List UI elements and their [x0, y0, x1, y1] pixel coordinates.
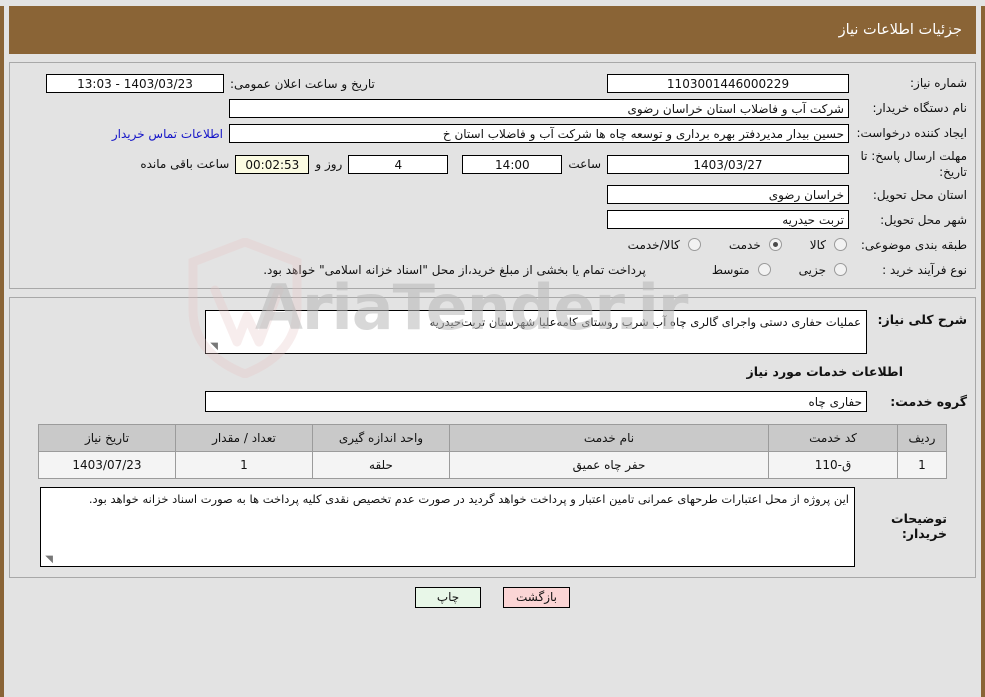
row-category: طبقه بندی موضوعی: کالا خدمت کالا/خدمت: [18, 234, 967, 255]
buyer-note-text: این پروژه از محل اعتبارات طرحهای عمرانی …: [88, 492, 849, 507]
process-option-label: متوسط: [711, 262, 750, 277]
buyer-org-label: نام دستگاه خریدار:: [872, 101, 968, 116]
city-input[interactable]: تربت حیدریه: [607, 210, 849, 230]
deadline-date-input[interactable]: 1403/03/27: [607, 154, 849, 174]
radio-icon[interactable]: [834, 238, 847, 252]
category-option-khedmat[interactable]: خدمت: [729, 238, 784, 252]
general-description-text: عملیات حفاری دستی واجرای گالری چاه آب شر…: [429, 315, 861, 330]
category-option-label: کالا: [809, 237, 826, 252]
category-option-kala[interactable]: کالا: [810, 238, 849, 252]
radio-icon[interactable]: [834, 263, 847, 277]
category-option-label: خدمت: [728, 237, 761, 252]
radio-icon[interactable]: [768, 238, 782, 252]
deadline-label: مهلت ارسال پاسخ: تا تاریخ:: [860, 149, 967, 180]
process-option-label: جزیی: [798, 262, 826, 277]
row-deadline: مهلت ارسال پاسخ: تا تاریخ: 1403/03/27 سا…: [18, 148, 967, 180]
print-button[interactable]: چاپ: [415, 587, 481, 609]
row-buyer-note: توضیحات خریدار: این پروژه از محل اعتبارا…: [38, 487, 947, 568]
need-info-panel: شماره نیاز: 1103001446000229 تاریخ و ساع…: [9, 62, 976, 290]
radio-icon[interactable]: [757, 263, 771, 277]
cell-service-code: ق-110: [768, 451, 898, 480]
buyer-contact-link[interactable]: اطلاعات تماس خریدار: [112, 127, 229, 141]
resize-grip-icon[interactable]: ◥: [208, 342, 218, 352]
row-service-group: گروه خدمت: حفاری چاه: [18, 391, 967, 413]
row-creator: ایجاد کننده درخواست: حسین بیدار مدیردفتر…: [18, 123, 967, 144]
footer-actions: بازگشت چاپ: [4, 587, 981, 609]
cell-service-name: حفر چاه عمیق: [449, 451, 769, 480]
days-label: روز و: [315, 157, 343, 172]
cell-need-date: 1403/07/23: [38, 451, 176, 480]
category-option-kala-khedmat[interactable]: کالا/خدمت: [628, 238, 703, 252]
back-button[interactable]: بازگشت: [503, 587, 570, 609]
remaining-days-input[interactable]: 4: [348, 154, 449, 174]
service-group-input[interactable]: حفاری چاه: [205, 391, 867, 413]
creator-label: ایجاد کننده درخواست:: [856, 126, 967, 141]
public-announce-label: تاریخ و ساعت اعلان عمومی:: [230, 76, 375, 91]
cell-unit: حلقه: [312, 451, 450, 480]
table-row: 1 ق-110 حفر چاه عمیق حلقه 1 1403/07/23: [38, 451, 947, 480]
row-general-description: شرح کلی نیاز: عملیات حفاری دستی واجرای گ…: [18, 310, 967, 355]
process-type-label: نوع فرآیند خرید :: [882, 262, 967, 277]
cell-row-no: 1: [897, 451, 947, 480]
category-label: طبقه بندی موضوعی:: [860, 237, 967, 252]
services-table: ردیف کد خدمت نام خدمت واحد اندازه گیری ت…: [38, 424, 947, 480]
creator-input[interactable]: حسین بیدار مدیردفتر بهره برداری و توسعه …: [229, 124, 849, 143]
col-need-date: تاریخ نیاز: [38, 424, 176, 453]
radio-icon[interactable]: [687, 238, 701, 252]
need-details-panel: شرح کلی نیاز: عملیات حفاری دستی واجرای گ…: [9, 297, 976, 579]
deadline-hour-input[interactable]: 14:00: [462, 154, 563, 174]
page-root: جزئیات اطلاعات نیاز شماره نیاز: 11030014…: [0, 6, 985, 697]
cell-quantity: 1: [175, 451, 313, 480]
need-number-label: شماره نیاز:: [910, 76, 967, 91]
col-service-name: نام خدمت: [449, 424, 769, 453]
col-quantity: تعداد / مقدار: [175, 424, 313, 453]
col-row-no: ردیف: [897, 424, 947, 453]
row-city: شهر محل تحویل: تربت حیدریه: [18, 209, 967, 230]
countdown-label: ساعت باقی مانده: [140, 157, 230, 172]
province-input[interactable]: خراسان رضوی: [607, 185, 849, 205]
province-label: استان محل تحویل:: [872, 187, 967, 202]
row-need-number: شماره نیاز: 1103001446000229 تاریخ و ساع…: [18, 73, 967, 94]
countdown-timer: 00:02:53: [235, 154, 310, 174]
general-description-label: شرح کلی نیاز:: [877, 312, 967, 328]
row-province: استان محل تحویل: خراسان رضوی: [18, 184, 967, 205]
need-number-input[interactable]: 1103001446000229: [607, 74, 849, 93]
row-process-type: نوع فرآیند خرید : جزیی متوسط پرداخت تمام…: [18, 259, 967, 280]
public-announce-input[interactable]: 1403/03/23 - 13:03: [46, 74, 224, 93]
process-option-motavaset[interactable]: متوسط: [712, 263, 773, 277]
category-radio-group: کالا خدمت کالا/خدمت: [602, 238, 849, 252]
services-section-title: اطلاعات خدمات مورد نیاز: [746, 364, 904, 380]
general-description-textarea[interactable]: عملیات حفاری دستی واجرای گالری چاه آب شر…: [205, 310, 867, 355]
process-option-jozii[interactable]: جزیی: [799, 263, 849, 277]
hour-label: ساعت: [568, 157, 601, 172]
page-title-text: جزئیات اطلاعات نیاز: [838, 22, 962, 38]
buyer-note-textarea[interactable]: این پروژه از محل اعتبارات طرحهای عمرانی …: [40, 487, 855, 568]
buyer-note-label: توضیحات خریدار:: [891, 511, 947, 542]
buyer-org-input[interactable]: شرکت آب و فاضلاب استان خراسان رضوی: [229, 99, 849, 118]
city-label: شهر محل تحویل:: [880, 212, 967, 227]
page-title: جزئیات اطلاعات نیاز: [9, 6, 976, 54]
process-radio-group: جزیی متوسط: [686, 263, 849, 277]
row-buyer-org: نام دستگاه خریدار: شرکت آب و فاضلاب استا…: [18, 98, 967, 119]
category-option-label: کالا/خدمت: [627, 237, 680, 252]
col-unit: واحد اندازه گیری: [312, 424, 450, 453]
table-header-row: ردیف کد خدمت نام خدمت واحد اندازه گیری ت…: [38, 424, 947, 453]
process-note: پرداخت تمام یا بخشی از مبلغ خرید،از محل …: [263, 262, 646, 277]
resize-grip-icon[interactable]: ◥: [43, 555, 53, 565]
service-group-label: گروه خدمت:: [890, 394, 967, 410]
col-service-code: کد خدمت: [768, 424, 898, 453]
